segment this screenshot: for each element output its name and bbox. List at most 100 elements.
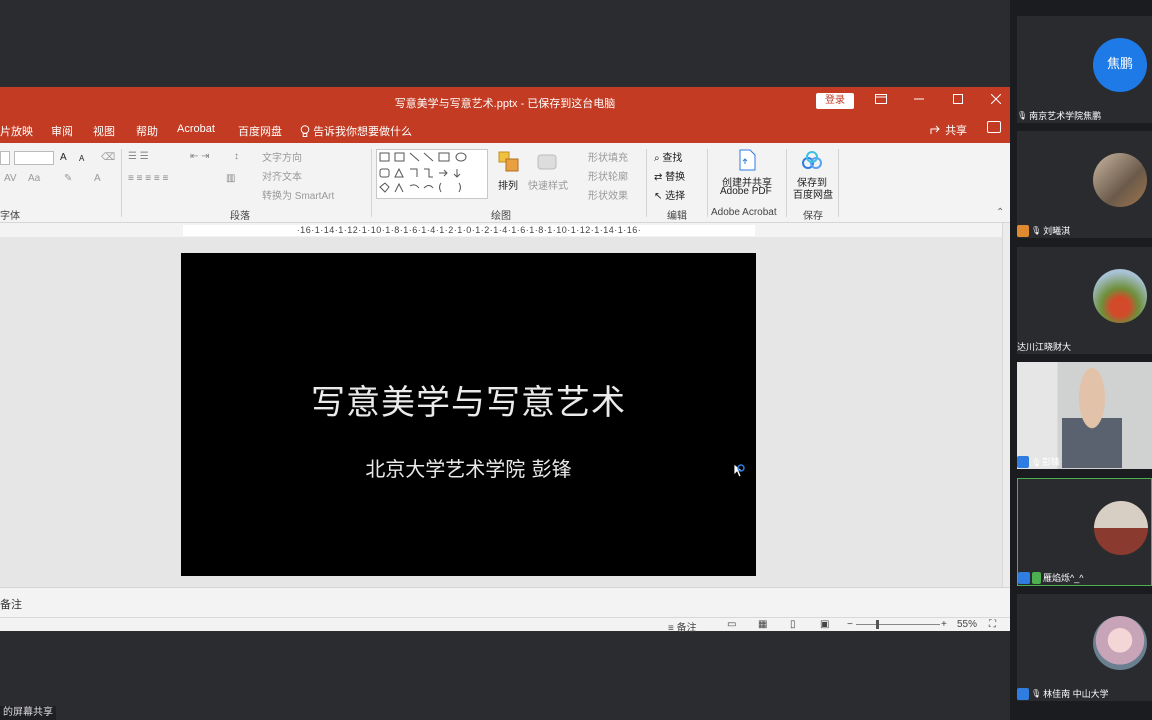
reading-view-icon[interactable]: ▯ bbox=[790, 619, 796, 630]
replace-button[interactable]: ⇄ 替换 bbox=[654, 168, 685, 183]
horizontal-ruler: ·16·1·14·1·12·1·10·1·8·1·6·1·4·1·2·1·0·1… bbox=[183, 225, 755, 236]
shape-effects-button[interactable]: 形状效果 bbox=[588, 187, 628, 202]
tab-help[interactable]: 帮助 bbox=[136, 123, 158, 139]
acrobat-line2[interactable]: Adobe PDF bbox=[720, 186, 772, 197]
font-color-icon[interactable]: A bbox=[94, 173, 101, 184]
arrange-icon[interactable] bbox=[498, 151, 520, 173]
avatar bbox=[1094, 501, 1148, 555]
acrobat-group-label: Adobe Acrobat bbox=[711, 207, 777, 218]
slide-subtitle: 北京大学艺术学院 彭锋 bbox=[365, 457, 572, 481]
replace-icon: ⇄ bbox=[654, 172, 663, 183]
sorter-view-icon[interactable]: ▦ bbox=[758, 619, 767, 630]
avatar bbox=[1093, 269, 1147, 323]
zoom-level[interactable]: 55% bbox=[957, 619, 977, 630]
zoom-slider[interactable] bbox=[856, 624, 940, 625]
fit-slide-icon[interactable]: ⛶ bbox=[989, 619, 996, 630]
pdf-icon[interactable] bbox=[737, 149, 757, 171]
minimize-icon[interactable] bbox=[911, 92, 927, 108]
indent-icon[interactable]: ⇤ ⇥ bbox=[190, 151, 210, 162]
clear-format-icon[interactable]: ⌫ bbox=[101, 152, 115, 163]
collapse-ribbon-icon[interactable]: ⌃ bbox=[996, 207, 1004, 218]
arrange-button[interactable]: 排列 bbox=[498, 177, 518, 192]
notes-pane[interactable]: 备注 bbox=[0, 587, 1010, 617]
slideshow-view-icon[interactable]: ▣ bbox=[820, 619, 829, 630]
drawing-group-label: 绘图 bbox=[491, 211, 511, 222]
select-button[interactable]: ↖ 选择 bbox=[654, 187, 685, 202]
slide[interactable]: 写意美学与写意艺术 北京大学艺术学院 彭锋 bbox=[181, 253, 756, 576]
shrink-font-button[interactable]: A bbox=[79, 154, 84, 163]
baidu-cloud-icon[interactable] bbox=[801, 151, 823, 171]
shape-outline-button[interactable]: 形状轮廓 bbox=[588, 168, 628, 183]
tab-view[interactable]: 视图 bbox=[93, 123, 115, 139]
tab-acrobat[interactable]: Acrobat bbox=[177, 123, 215, 135]
select-icon: ↖ bbox=[654, 191, 663, 202]
host-icon bbox=[1017, 456, 1029, 468]
login-button[interactable]: 登录 bbox=[816, 93, 854, 109]
line-spacing-icon[interactable]: ↕ bbox=[234, 151, 239, 162]
text-direction-button[interactable]: 文字方向 bbox=[262, 149, 302, 164]
char-spacing-icon[interactable]: AV bbox=[4, 173, 17, 184]
screen-share-label: 的屏幕共享 bbox=[0, 706, 56, 720]
quick-styles-button[interactable]: 快速样式 bbox=[528, 177, 568, 192]
tell-me-label: 告诉我你想要做什么 bbox=[313, 126, 413, 138]
share-icon bbox=[930, 125, 940, 134]
mic-muted-icon: 🎙 bbox=[1031, 226, 1042, 235]
bullets-icon[interactable]: ☰ ☰ bbox=[128, 151, 149, 162]
maximize-icon[interactable] bbox=[950, 92, 966, 108]
shape-fill-button[interactable]: 形状填充 bbox=[588, 149, 628, 164]
columns-icon[interactable]: ▥ bbox=[226, 173, 235, 184]
participant-tile-active[interactable]: 雁焰烁^_^ bbox=[1017, 478, 1152, 586]
normal-view-icon[interactable]: ▭ bbox=[727, 619, 736, 630]
ribbon: A A ⌫ AV Aa ✎ A 字体 ☰ ☰ ⇤ ⇥ ↕ ≡ ≡ ≡ ≡ ≡ ▥… bbox=[0, 143, 1010, 223]
font-size-box[interactable] bbox=[14, 151, 54, 165]
mic-active-icon bbox=[1032, 572, 1041, 584]
participant-name-bar: 🎙 刘曦淇 bbox=[1017, 224, 1070, 238]
zoom-in-button[interactable]: + bbox=[941, 619, 947, 630]
participant-name: 刘曦淇 bbox=[1043, 226, 1071, 236]
zoom-slider-thumb[interactable] bbox=[876, 620, 879, 629]
tab-slideshow[interactable]: 片放映 bbox=[0, 123, 33, 139]
shapes-gallery[interactable] bbox=[376, 149, 488, 199]
participant-video-tile[interactable]: 🎙 彭锋 bbox=[1017, 362, 1152, 470]
avatar bbox=[1093, 616, 1147, 670]
find-button[interactable]: ⌕ 查找 bbox=[654, 149, 682, 164]
participant-tile[interactable]: 🎙 林佳南 中山大学 bbox=[1017, 594, 1152, 702]
mic-icon: 🎙 bbox=[1031, 458, 1042, 467]
avatar bbox=[1093, 153, 1147, 207]
notes-label: 备注 bbox=[0, 599, 22, 611]
select-label: 选择 bbox=[665, 191, 686, 202]
mouse-cursor-icon bbox=[733, 463, 747, 479]
convert-smartart-button[interactable]: 转换为 SmartArt bbox=[262, 187, 334, 202]
participant-tile[interactable]: 达川江晓财大 bbox=[1017, 247, 1152, 355]
separator bbox=[371, 149, 372, 217]
edit-group-label: 编辑 bbox=[667, 211, 687, 222]
mic-muted-icon: 🎙 bbox=[1031, 689, 1042, 698]
quick-styles-icon[interactable] bbox=[536, 151, 558, 173]
window-title: 写意美学与写意艺术.pptx - 已保存到这台电脑 bbox=[394, 98, 616, 110]
font-name-box[interactable] bbox=[0, 151, 10, 165]
share-button[interactable]: 共享 bbox=[930, 122, 967, 138]
ribbon-tabs: 片放映 审阅 视图 帮助 Acrobat 百度网盘 告诉我你想要做什么 共享 bbox=[0, 115, 1010, 143]
tab-review[interactable]: 审阅 bbox=[51, 123, 73, 139]
baidu-line2[interactable]: 百度网盘 bbox=[793, 186, 833, 201]
align-icons[interactable]: ≡ ≡ ≡ ≡ ≡ bbox=[128, 173, 168, 184]
mic-muted-icon: 🎙 bbox=[1017, 111, 1028, 120]
tell-me-search[interactable]: 告诉我你想要做什么 bbox=[300, 123, 412, 139]
close-icon[interactable] bbox=[988, 92, 1004, 108]
comment-icon[interactable] bbox=[987, 121, 1001, 133]
separator bbox=[786, 149, 787, 217]
change-case-button[interactable]: Aa bbox=[28, 173, 40, 184]
avatar: 焦鹏 bbox=[1093, 38, 1147, 92]
cohost-icon bbox=[1017, 225, 1029, 237]
grow-font-button[interactable]: A bbox=[60, 152, 67, 163]
tab-baidu[interactable]: 百度网盘 bbox=[238, 123, 282, 139]
vertical-scrollbar[interactable] bbox=[1002, 223, 1010, 587]
participant-tile[interactable]: 🎙 刘曦淇 bbox=[1017, 131, 1152, 239]
zoom-out-button[interactable]: − bbox=[847, 619, 853, 630]
align-text-button[interactable]: 对齐文本 bbox=[262, 168, 302, 183]
status-notes-button[interactable]: ≡ 备注 bbox=[668, 619, 697, 634]
ribbon-display-icon[interactable] bbox=[873, 92, 889, 108]
participant-name-bar: 达川江晓财大 bbox=[1017, 340, 1071, 354]
participant-tile[interactable]: 焦鹏 🎙 南京艺术学院焦鹏 bbox=[1017, 16, 1152, 124]
highlight-icon[interactable]: ✎ bbox=[64, 173, 72, 184]
